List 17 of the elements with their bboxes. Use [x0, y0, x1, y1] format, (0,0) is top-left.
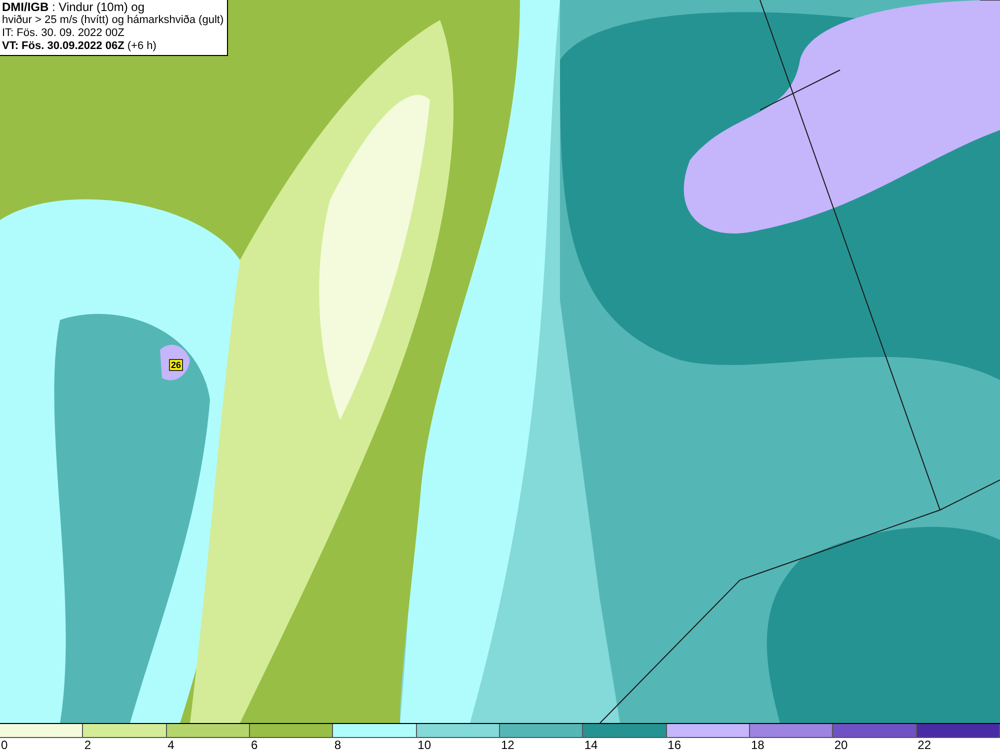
legend-label: 16	[666, 738, 682, 752]
legend-label: 10	[416, 738, 432, 752]
caption-line: IT: Fös. 30. 09. 2022 00Z	[2, 27, 126, 40]
legend-label: 4	[166, 738, 174, 752]
legend-label: 8	[333, 738, 342, 752]
legend-label: 6	[250, 738, 258, 752]
legend-label: 18	[750, 738, 764, 752]
caption-line: VT: Fös. 30.09.2022 06Z (+6 h)	[2, 40, 158, 53]
legend-label: 22	[916, 738, 932, 752]
caption-line: DMI/IGB : Vindur (10m) og	[2, 1, 146, 14]
legend-label: 0	[0, 738, 8, 752]
caption-line: hviður > 25 m/s (hvítt) og hámarkshviða (gult)	[2, 14, 224, 27]
gust-value-badge: 26	[169, 359, 184, 371]
legend-label: 20	[833, 738, 848, 752]
legend-label: 12	[500, 738, 514, 752]
legend-label: 2	[83, 738, 92, 752]
legend-label: 14	[583, 738, 598, 752]
